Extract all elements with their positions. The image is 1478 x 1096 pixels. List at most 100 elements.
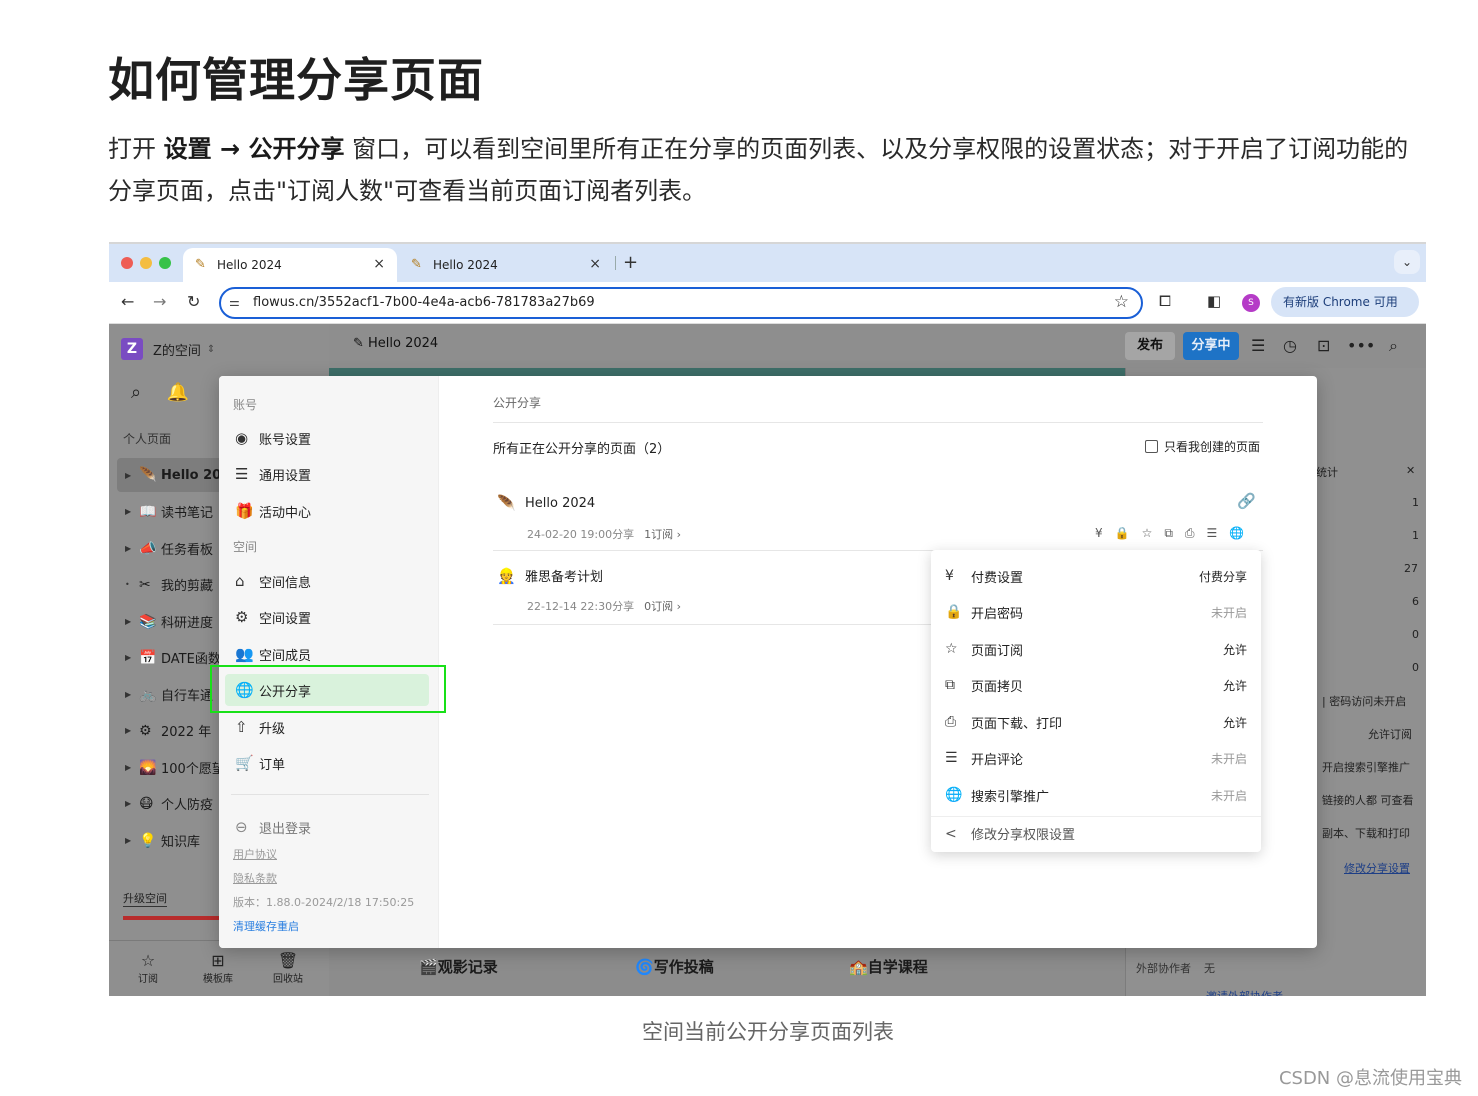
only-mine-filter[interactable]: 只看我创建的页面 bbox=[1145, 438, 1260, 455]
perm-row-comment[interactable]: ☰ 开启评论 未开启 bbox=[945, 746, 1247, 770]
link-icon[interactable]: 🔗 bbox=[1237, 492, 1256, 510]
settings-modal: 账号 ◉ 账号设置 ☰ 通用设置 🎁 活动中心 空间 ⌂ 空间信息 ⚙ 空间设置 👥 空间成… bbox=[219, 376, 1317, 948]
subscriber-count-link[interactable]: 1订阅 › bbox=[644, 528, 681, 541]
back-arrow-icon[interactable]: ← bbox=[121, 292, 134, 311]
nav-activity-center[interactable]: 🎁 活动中心 bbox=[233, 495, 429, 527]
perm-row-seo[interactable]: 🌐 搜索引擎推广 未开启 bbox=[945, 783, 1247, 807]
browser-tab[interactable]: ✎ Hello 2024 × bbox=[399, 248, 613, 282]
new-tab-button[interactable]: + bbox=[623, 252, 638, 273]
user-circle-icon: ◉ bbox=[235, 429, 249, 447]
perm-row-payment[interactable]: ¥ 付费设置 付费分享 bbox=[945, 564, 1247, 588]
bookmark-star-icon[interactable]: ☆ bbox=[1114, 292, 1129, 312]
page-cover bbox=[329, 368, 1125, 376]
nav-general-settings[interactable]: ☰ 通用设置 bbox=[233, 458, 429, 490]
chevron-down-icon[interactable]: ⌄ bbox=[1394, 250, 1420, 274]
yen-icon: ¥ bbox=[945, 568, 954, 584]
invite-collaborator-link[interactable]: 邀请外部协作者 bbox=[1206, 988, 1283, 996]
browser-tab-active[interactable]: ✎ Hello 2024 × bbox=[183, 248, 397, 282]
permission-status-icons[interactable]: ¥🔒☆⧉⎙☰🌐 bbox=[1095, 526, 1256, 541]
page-link-row: 🎬观影记录 🌀写作投稿 🏫自学课程 bbox=[329, 940, 1125, 996]
version-text: 版本：1.88.0-2024/2/18 17:50:25 bbox=[233, 896, 415, 909]
share-permission-popover: ¥ 付费设置 付费分享 🔒 开启密码 未开启 ☆ 页面订阅 允许 ⧉ 页面拷贝 允许 ⎙ 页面下载… bbox=[931, 550, 1261, 852]
extensions-icon[interactable]: ⧠ bbox=[1159, 292, 1171, 310]
publish-button[interactable]: 发布 bbox=[1125, 332, 1175, 360]
address-bar[interactable]: ⚌ flowus.cn/3552acf1-7b00-4e4a-acb6-7817… bbox=[219, 287, 1143, 319]
share-icon: < bbox=[945, 825, 957, 842]
reload-icon[interactable]: ↻ bbox=[187, 292, 200, 311]
comment-icon: ☰ bbox=[945, 750, 958, 766]
cart-icon: 🛒 bbox=[235, 754, 254, 772]
bookmark-icon[interactable]: ⊡ bbox=[1317, 336, 1330, 355]
search-icon[interactable]: ⌕ bbox=[131, 382, 141, 403]
lock-icon: 🔒 bbox=[945, 604, 963, 620]
bell-icon[interactable]: 🔔 bbox=[167, 382, 189, 403]
comment-icon[interactable]: ☰ bbox=[1251, 336, 1265, 355]
minimize-window-dot[interactable] bbox=[140, 257, 152, 269]
subscriber-count-link[interactable]: 0订阅 › bbox=[644, 600, 681, 613]
trash-tab[interactable]: 🗑 回收站 bbox=[263, 951, 313, 985]
checkbox[interactable] bbox=[1145, 440, 1158, 453]
search-icon[interactable]: ⌕ bbox=[1389, 336, 1398, 356]
home-icon: ⌂ bbox=[235, 572, 245, 590]
settings-path: 设置 → 公开分享 bbox=[163, 135, 345, 163]
close-window-dot[interactable] bbox=[121, 257, 133, 269]
close-tab-icon[interactable]: × bbox=[589, 256, 601, 272]
perm-row-copy[interactable]: ⧉ 页面拷贝 允许 bbox=[945, 673, 1247, 697]
privacy-link[interactable]: 隐私条款 bbox=[233, 870, 277, 886]
logout-button[interactable]: ⊖ 退出登录 bbox=[233, 811, 429, 843]
sidepanel-icon[interactable]: ◧ bbox=[1207, 292, 1221, 310]
perm-row-password[interactable]: 🔒 开启密码 未开启 bbox=[945, 600, 1247, 624]
settings-nav: 账号 ◉ 账号设置 ☰ 通用设置 🎁 活动中心 空间 ⌂ 空间信息 ⚙ 空间设置 👥 空间成… bbox=[219, 376, 439, 948]
maximize-window-dot[interactable] bbox=[159, 257, 171, 269]
updown-icon: ⇕ bbox=[206, 343, 216, 355]
subscribe-icon: ☆ bbox=[945, 641, 958, 657]
page-link[interactable]: 🏫自学课程 bbox=[849, 956, 928, 977]
user-agreement-link[interactable]: 用户协议 bbox=[233, 846, 277, 862]
minus-circle-icon: ⊖ bbox=[235, 818, 248, 836]
page-link[interactable]: 🌀写作投稿 bbox=[635, 956, 714, 977]
gear-icon: ⚙ bbox=[235, 608, 249, 626]
clear-cache-button[interactable]: 清理缓存重启 bbox=[233, 918, 299, 934]
nav-account-settings[interactable]: ◉ 账号设置 bbox=[233, 422, 429, 454]
copy-icon: ⧉ bbox=[945, 677, 955, 693]
article-paragraph: 打开 设置 → 公开分享 窗口，可以看到空间里所有正在分享的页面列表、以及分享权… bbox=[108, 135, 1409, 205]
printer-icon: ⎙ bbox=[945, 714, 957, 730]
more-icon[interactable]: ••• bbox=[1347, 336, 1375, 355]
figure-caption: 空间当前公开分享页面列表 bbox=[642, 1020, 894, 1044]
chrome-update-button[interactable]: 有新版 Chrome 可用 ⋮ bbox=[1271, 287, 1419, 339]
nav-space-info[interactable]: ⌂ 空间信息 bbox=[233, 565, 429, 597]
template-icon: ⊞ bbox=[211, 951, 225, 970]
shared-page-title[interactable]: 🪶 Hello 2024 bbox=[497, 494, 595, 512]
close-tab-icon[interactable]: × bbox=[373, 256, 385, 272]
shared-page-title[interactable]: 👷 雅思备考计划 bbox=[497, 566, 603, 586]
nav-space-settings[interactable]: ⚙ 空间设置 bbox=[233, 601, 429, 633]
feather-icon: ✎ bbox=[411, 257, 422, 272]
workspace-switcher[interactable]: Z Z的空间 ⇕ bbox=[121, 338, 215, 360]
nav-upgrade[interactable]: ⇧ 升级 bbox=[233, 711, 429, 743]
templates-tab[interactable]: ⊞ 模板库 bbox=[193, 951, 243, 985]
worker-icon: 👷 bbox=[497, 566, 516, 585]
modify-share-link[interactable]: 修改分享设置 bbox=[1344, 860, 1410, 876]
shared-page-meta: 22-12-14 22:30分享 0订阅 › bbox=[527, 600, 682, 613]
modify-permissions-button[interactable]: < 修改分享权限设置 bbox=[945, 824, 1075, 844]
perm-row-subscribe[interactable]: ☆ 页面订阅 允许 bbox=[945, 637, 1247, 661]
feather-icon: ✎ bbox=[195, 257, 206, 272]
share-count: 所有正在公开分享的页面（2） bbox=[493, 442, 671, 457]
sharing-button[interactable]: 分享中 bbox=[1183, 332, 1239, 360]
close-icon[interactable]: ✕ bbox=[1406, 464, 1415, 477]
subscribe-tab[interactable]: ☆ 订阅 bbox=[123, 951, 173, 985]
site-settings-icon[interactable]: ⚌ bbox=[229, 295, 240, 309]
highlight-box bbox=[210, 665, 446, 713]
perm-row-download[interactable]: ⎙ 页面下载、打印 允许 bbox=[945, 710, 1247, 734]
upgrade-space-link[interactable]: 升级空间 bbox=[123, 890, 167, 907]
pane-title: 公开分享 bbox=[493, 396, 542, 410]
nav-orders[interactable]: 🛒 订单 bbox=[233, 747, 429, 779]
history-icon[interactable]: ◷ bbox=[1283, 336, 1297, 355]
embedded-screenshot: ✎ Hello 2024 × ✎ Hello 2024 × + ⌄ ← → ↻ … bbox=[109, 242, 1426, 996]
profile-avatar[interactable]: S bbox=[1242, 294, 1260, 312]
url-text: flowus.cn/3552acf1-7b00-4e4a-acb6-781783… bbox=[253, 295, 595, 310]
browser-toolbar: ← → ↻ ⚌ flowus.cn/3552acf1-7b00-4e4a-acb… bbox=[109, 282, 1426, 339]
page-link[interactable]: 🎬观影记录 bbox=[419, 956, 498, 977]
forward-arrow-icon[interactable]: → bbox=[153, 292, 166, 311]
breadcrumb[interactable]: ✎ Hello 2024 bbox=[353, 336, 438, 351]
